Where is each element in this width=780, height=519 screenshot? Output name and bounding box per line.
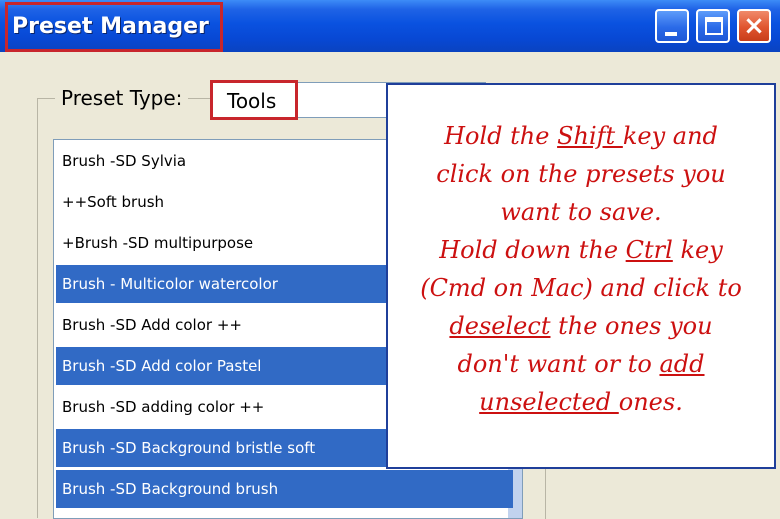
preset-type-value: Tools xyxy=(227,89,277,113)
preset-type-select[interactable]: Tools xyxy=(210,80,298,120)
callout-text: Hold the Shift key and click on the pres… xyxy=(420,122,742,416)
minimize-icon xyxy=(665,32,677,36)
close-icon: × xyxy=(743,11,765,41)
instruction-callout: Hold the Shift key and click on the pres… xyxy=(386,83,776,469)
close-button[interactable]: × xyxy=(737,9,771,43)
unselected-text: unselected xyxy=(479,388,619,416)
window-title: Preset Manager xyxy=(12,14,209,39)
minimize-button[interactable] xyxy=(655,9,689,43)
maximize-icon xyxy=(705,17,723,35)
ctrl-key-text: Ctrl xyxy=(625,236,673,264)
add-text: add xyxy=(659,350,705,378)
list-item[interactable]: Brush -SD Background brush xyxy=(56,470,513,508)
deselect-text: deselect xyxy=(449,312,551,340)
title-bar[interactable]: Preset Manager × xyxy=(0,0,780,52)
maximize-button[interactable] xyxy=(696,9,730,43)
shift-key-text: Shift xyxy=(557,122,623,150)
preset-type-label: Preset Type: xyxy=(55,86,189,110)
